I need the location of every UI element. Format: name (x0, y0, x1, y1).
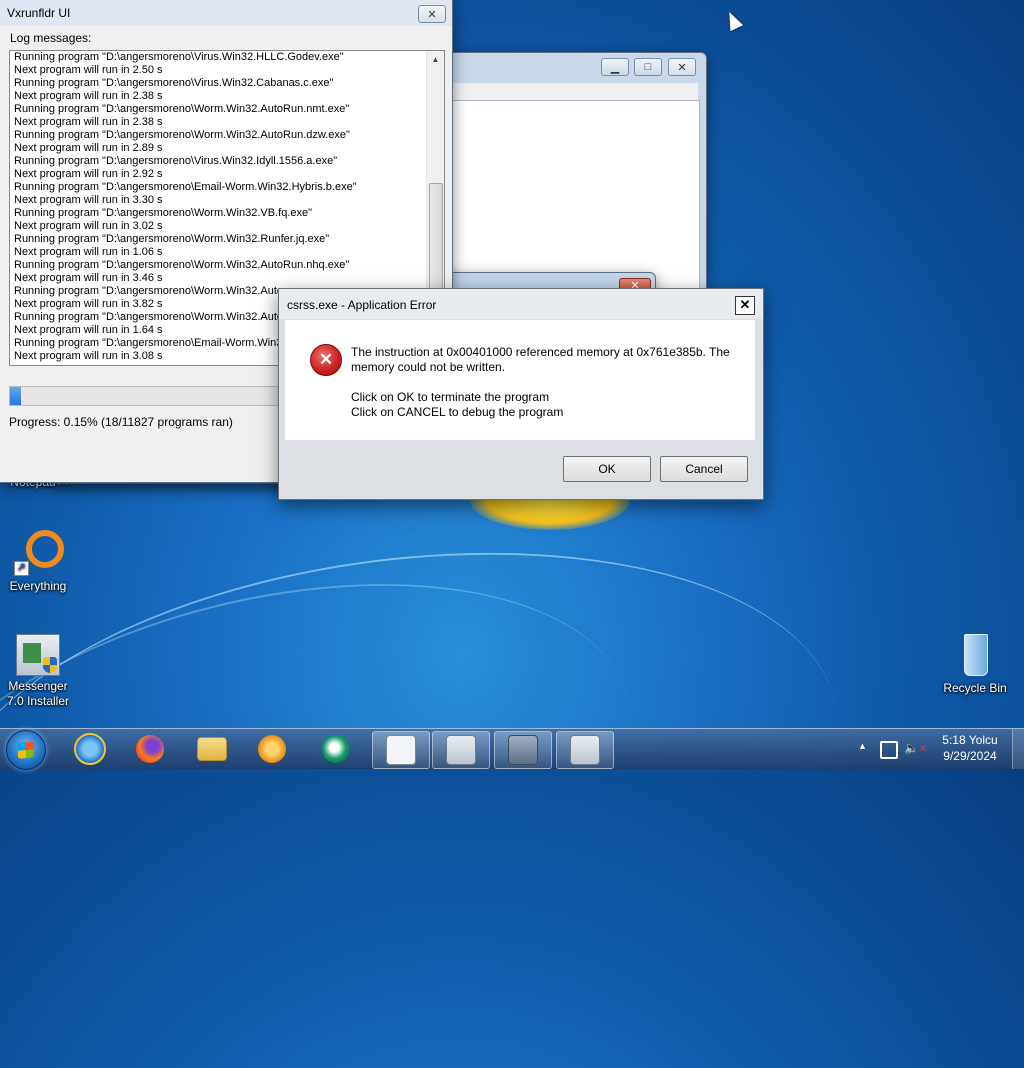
windows-logo-icon (18, 741, 34, 759)
taskbar-media-player[interactable] (244, 731, 300, 767)
green-app-icon (322, 735, 350, 763)
log-line: Running program "D:\angersmoreno\Virus.W… (14, 77, 334, 89)
close-icon: ✕ (427, 8, 437, 21)
progress-bar (9, 386, 283, 406)
folder-icon (197, 737, 227, 761)
log-line: Next program will run in 2.50 s (14, 64, 163, 76)
taskbar-file-explorer[interactable] (184, 731, 240, 767)
ok-instruction: Click on OK to terminate the program (351, 390, 550, 404)
everything-search-icon: ↗ (14, 528, 64, 576)
desktop-icon-messenger-installer[interactable]: Messenger 7.0 Installer (0, 634, 76, 709)
firefox-icon (136, 735, 164, 763)
cancel-instruction: Click on CANCEL to debug the program (351, 405, 564, 419)
log-line: Next program will run in 2.38 s (14, 116, 163, 128)
error-icon: ✕ (310, 344, 342, 376)
window-title: Vxrunfldr UI (7, 6, 71, 20)
window-client-area (452, 100, 700, 292)
dialog-title: csrss.exe - Application Error (287, 298, 437, 312)
taskbar-window-3[interactable] (494, 731, 552, 769)
titlebar[interactable]: Vxrunfldr UI ✕ (0, 0, 452, 26)
cancel-button[interactable]: Cancel (660, 456, 748, 482)
wallpaper-swoosh (0, 499, 865, 1043)
network-icon[interactable] (880, 741, 898, 759)
document-window-icon (386, 735, 416, 765)
log-line: Running program "D:\angersmoreno\Email-W… (14, 181, 357, 193)
log-line: Running program "D:\angersmoreno\Worm.Wi… (14, 233, 330, 245)
app-window-icon (570, 735, 600, 765)
volume-muted-icon[interactable]: 🔈✕ (904, 741, 927, 755)
dialog-close-button[interactable]: ✕ (735, 296, 755, 315)
clock-time: 5:18 Yolcu (942, 733, 998, 747)
taskbar-app-green[interactable] (308, 731, 364, 767)
taskbar-internet-explorer[interactable] (62, 731, 118, 767)
log-line: Next program will run in 2.89 s (14, 142, 163, 154)
taskbar-window-2[interactable] (432, 731, 490, 769)
close-button[interactable]: ✕ (668, 58, 696, 76)
minimize-button[interactable]: ▁ (601, 58, 629, 76)
close-icon: ✕ (677, 61, 687, 74)
maximize-icon: □ (644, 61, 652, 73)
clock[interactable]: 5:18 Yolcu 9/29/2024 (940, 732, 1000, 764)
log-line: Running program "D:\angersmoreno\Worm.Wi… (14, 207, 313, 219)
log-line: Running program "D:\angersmoreno\Virus.W… (14, 51, 344, 63)
recycle-bin-icon (951, 630, 999, 678)
log-line: Running program "D:\angersmoreno\Worm.Wi… (14, 259, 350, 271)
start-button[interactable] (6, 730, 46, 770)
maximize-button[interactable]: □ (634, 58, 662, 76)
tray-expand-icon[interactable]: ▲ (858, 741, 867, 751)
log-line: Running program "D:\angersmoreno\Worm.Wi… (14, 103, 350, 115)
menu-bar (452, 83, 698, 100)
log-line: Next program will run in 2.92 s (14, 168, 163, 180)
log-label: Log messages: (10, 31, 92, 45)
dialog-titlebar[interactable]: csrss.exe - Application Error ✕ (279, 289, 763, 319)
minimize-icon: ▁ (610, 61, 620, 74)
application-error-dialog[interactable]: csrss.exe - Application Error ✕ ✕ The in… (278, 288, 764, 500)
progress-text: Progress: 0.15% (18/11827 programs ran) (9, 415, 233, 429)
desktop-icon-everything[interactable]: ↗ Everything (0, 528, 76, 594)
log-line: Next program will run in 3.46 s (14, 272, 163, 284)
taskbar: ▲ 🔈✕ 5:18 Yolcu 9/29/2024 (0, 728, 1024, 770)
log-line: Next program will run in 3.02 s (14, 220, 163, 232)
desktop-icon-label: Recycle Bin (943, 681, 1007, 695)
taskbar-window-4[interactable] (556, 731, 614, 769)
taskbar-window-1[interactable] (372, 731, 430, 769)
scroll-up-icon[interactable]: ▲ (427, 51, 444, 68)
log-line: Next program will run in 2.38 s (14, 90, 163, 102)
log-line: Next program will run in 3.30 s (14, 194, 163, 206)
ok-button[interactable]: OK (563, 456, 651, 482)
shortcut-arrow-icon: ↗ (14, 561, 29, 576)
mouse-cursor-icon (722, 8, 744, 32)
taskbar-firefox[interactable] (122, 731, 178, 767)
dialog-message: The instruction at 0x00401000 referenced… (351, 345, 741, 420)
close-icon: ✕ (739, 297, 751, 312)
internet-explorer-icon (74, 733, 106, 765)
clock-date: 9/29/2024 (943, 749, 997, 763)
log-line: Next program will run in 1.06 s (14, 246, 163, 258)
app-window-icon (446, 735, 476, 765)
dialog-body: ✕ The instruction at 0x00401000 referenc… (285, 320, 755, 440)
log-line: Running program "D:\angersmoreno\Virus.W… (14, 155, 338, 167)
computer-network-icon (508, 735, 538, 765)
wallpaper-swoosh-2 (0, 513, 675, 1068)
log-line: Running program "D:\angersmoreno\Worm.Wi… (14, 129, 350, 141)
media-player-icon (258, 735, 286, 763)
progress-fill (10, 387, 21, 405)
desktop-icon-label: Everything (9, 579, 67, 593)
close-button[interactable]: ✕ (418, 5, 446, 23)
desktop-icon-recycle-bin[interactable]: Recycle Bin (937, 630, 1013, 696)
desktop-icon-label: Messenger 7.0 Installer (6, 679, 70, 708)
installer-icon (16, 634, 60, 676)
error-message-text: The instruction at 0x00401000 referenced… (351, 345, 730, 374)
background-window[interactable]: ▁ □ ✕ (443, 52, 707, 294)
show-desktop-button[interactable] (1012, 729, 1024, 769)
